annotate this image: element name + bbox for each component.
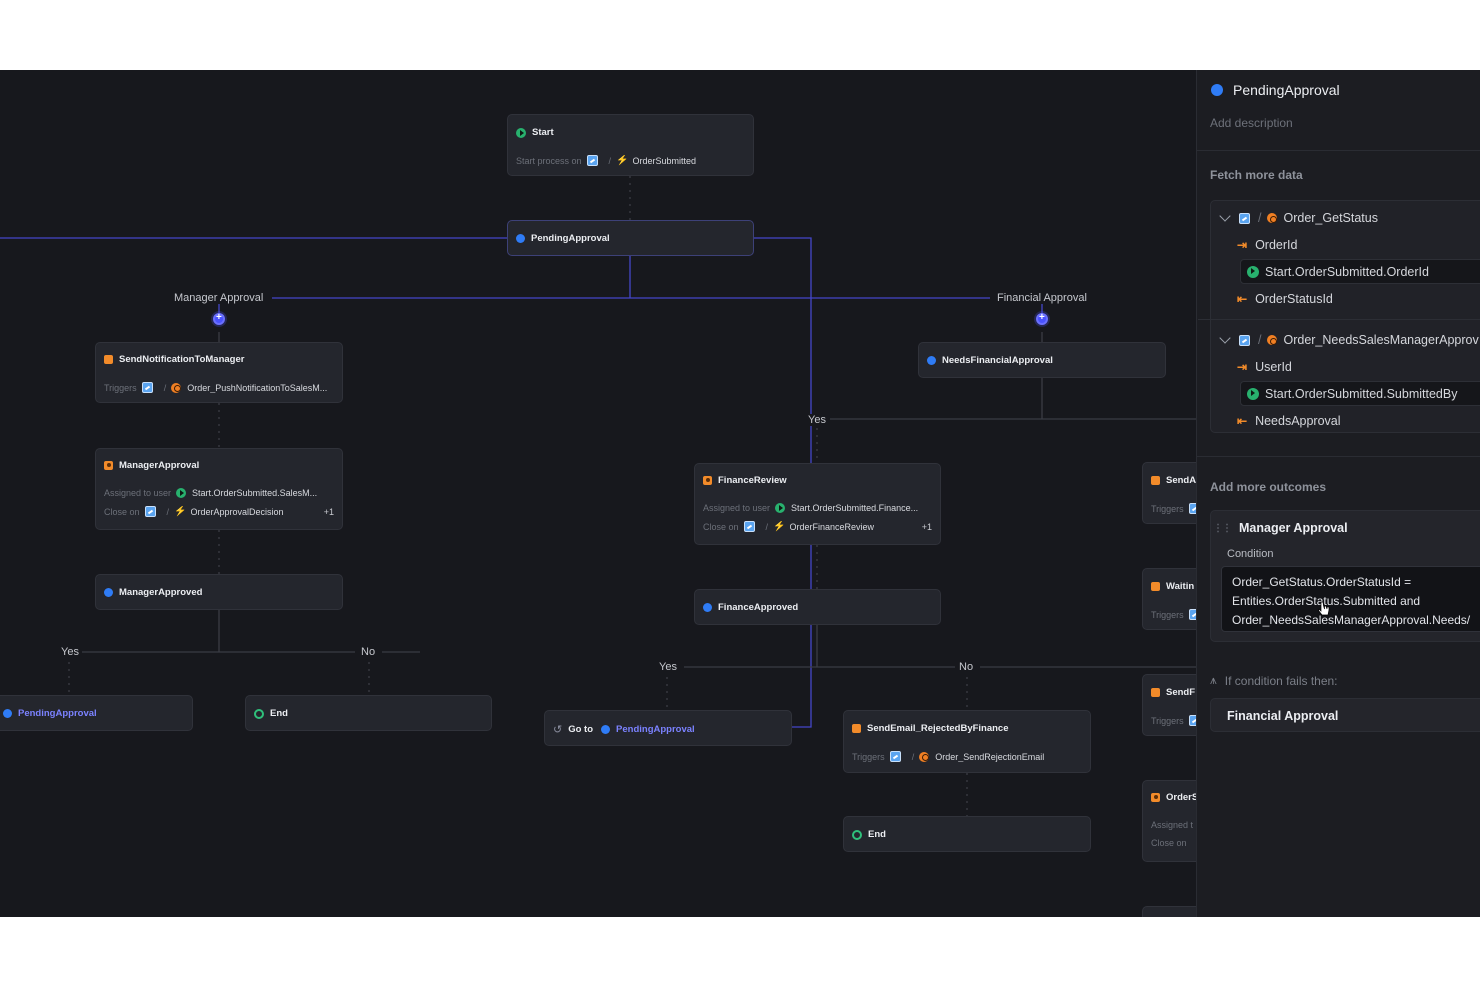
condition-editor[interactable]: Order_GetStatus.OrderStatusId = Entities… bbox=[1221, 566, 1480, 632]
dot-icon bbox=[516, 234, 525, 243]
square-icon bbox=[104, 355, 113, 364]
node-cut-send-a[interactable]: SendA Triggers bbox=[1142, 462, 1196, 524]
play-icon bbox=[1247, 388, 1259, 400]
fetch-input-row: ⇥ UserId bbox=[1237, 360, 1292, 374]
user-task-icon bbox=[104, 461, 113, 470]
bolt-icon: ⚡ bbox=[616, 155, 629, 166]
edge-label-no-left: No bbox=[358, 646, 379, 658]
square-icon bbox=[1151, 688, 1160, 697]
entity-icon bbox=[141, 382, 153, 393]
fails-label: ⩚ If condition fails then: bbox=[1210, 673, 1338, 688]
entity-icon bbox=[1188, 715, 1196, 726]
edge-label-yes-right: Yes bbox=[656, 661, 680, 673]
node-cut-order[interactable]: OrderS Assigned t Close on bbox=[1142, 780, 1196, 862]
node-cut-send-f[interactable]: SendF Triggers bbox=[1142, 674, 1196, 736]
node-goto[interactable]: ↺ Go to PendingApproval bbox=[544, 710, 792, 746]
fetch-input-row: ⇥ OrderId bbox=[1237, 238, 1298, 252]
input-icon: ⇥ bbox=[1237, 238, 1248, 252]
edge-label-no-right: No bbox=[956, 661, 977, 673]
input-icon: ⇥ bbox=[1237, 360, 1248, 374]
service-icon bbox=[171, 382, 182, 393]
fetch-card: / Order_GetStatus ⇥ OrderId Start.OrderS… bbox=[1198, 200, 1480, 433]
dot-icon bbox=[927, 356, 936, 365]
fetch-item-order-getstatus[interactable]: / Order_GetStatus bbox=[1219, 210, 1378, 225]
node-end-left[interactable]: End bbox=[245, 695, 492, 731]
user-task-icon bbox=[1151, 793, 1160, 802]
node-cut-bottom[interactable] bbox=[1142, 906, 1196, 917]
edge-label-financial-approval[interactable]: Financial Approval bbox=[994, 292, 1090, 304]
flow-canvas[interactable]: Manager Approval Financial Approval Yes … bbox=[0, 70, 1196, 917]
outcome-card[interactable]: ⋮⋮ Manager Approval Condition Order_GetS… bbox=[1210, 510, 1480, 642]
entity-icon bbox=[889, 751, 901, 762]
bolt-icon: ⚡ bbox=[773, 521, 786, 532]
entity-icon bbox=[144, 506, 156, 517]
node-pending-approval[interactable]: PendingApproval bbox=[507, 220, 754, 256]
grip-icon[interactable]: ⋮⋮ bbox=[1213, 523, 1232, 534]
entity-icon bbox=[1239, 334, 1250, 346]
entity-icon bbox=[586, 155, 598, 166]
node-send-notification[interactable]: SendNotificationToManager Triggers / Order… bbox=[95, 342, 343, 403]
entity-icon bbox=[743, 521, 755, 532]
chevron-down-icon[interactable] bbox=[1219, 332, 1231, 344]
entity-icon bbox=[1239, 212, 1250, 224]
node-start[interactable]: Start Start process on / ⚡ OrderSubmitted bbox=[507, 114, 754, 176]
service-icon bbox=[1267, 213, 1278, 223]
square-icon bbox=[852, 724, 861, 733]
play-icon bbox=[775, 503, 786, 513]
description-input[interactable]: Add description bbox=[1210, 116, 1293, 130]
edge-label-yes-center: Yes bbox=[805, 414, 829, 426]
dot-icon bbox=[104, 588, 113, 597]
fetch-output-row: ⇤ NeedsApproval bbox=[1237, 414, 1341, 428]
outcome-name[interactable]: Manager Approval bbox=[1239, 521, 1348, 535]
node-send-rejected[interactable]: SendEmail_RejectedByFinance Triggers / Ord… bbox=[843, 710, 1091, 773]
fails-outcome[interactable]: Financial Approval bbox=[1210, 698, 1480, 732]
dot-icon bbox=[601, 725, 611, 734]
play-icon bbox=[176, 488, 187, 498]
cursor-icon bbox=[1318, 601, 1330, 616]
node-manager-approved[interactable]: ManagerApproved bbox=[95, 574, 343, 610]
dot-icon bbox=[1211, 84, 1223, 96]
node-end-right[interactable]: End bbox=[843, 816, 1091, 852]
edge-label-manager-approval[interactable]: Manager Approval bbox=[171, 292, 267, 304]
goto-icon: ↺ bbox=[553, 724, 563, 736]
fetch-item-needs-approval[interactable]: / Order_NeedsSalesManagerApprov bbox=[1219, 332, 1479, 347]
play-icon bbox=[1247, 266, 1259, 278]
node-finance-approved[interactable]: FinanceApproved bbox=[694, 589, 941, 625]
output-icon: ⇤ bbox=[1237, 414, 1248, 428]
node-title: Start bbox=[532, 127, 554, 138]
square-icon bbox=[1151, 476, 1160, 485]
chevron-down-icon[interactable] bbox=[1219, 210, 1231, 222]
add-branch-handle-manager[interactable] bbox=[213, 312, 225, 325]
end-ring-icon bbox=[852, 829, 862, 840]
fetch-output-row: ⇤ OrderStatusId bbox=[1237, 292, 1333, 306]
bolt-icon: ⚡ bbox=[174, 506, 187, 517]
condition-label: Condition bbox=[1227, 548, 1274, 560]
dot-icon bbox=[703, 603, 712, 612]
edge-label-yes-left: Yes bbox=[58, 646, 82, 658]
entity-icon bbox=[1188, 503, 1196, 514]
properties-panel: PendingApproval Add description Fetch mo… bbox=[1196, 70, 1480, 917]
fetch-section-title: Fetch more data bbox=[1210, 168, 1303, 182]
service-icon bbox=[919, 751, 930, 762]
panel-title[interactable]: PendingApproval bbox=[1211, 82, 1340, 98]
end-ring-icon bbox=[254, 708, 264, 719]
app-window: Manager Approval Financial Approval Yes … bbox=[0, 70, 1480, 917]
branch-icon: ⩚ bbox=[1210, 673, 1217, 687]
node-cut-waiting[interactable]: Waitin Triggers bbox=[1142, 568, 1196, 630]
node-needs-financial-approval[interactable]: NeedsFinancialApproval bbox=[918, 342, 1166, 378]
dot-icon bbox=[3, 709, 12, 718]
entity-icon bbox=[1188, 609, 1196, 620]
node-finance-review[interactable]: FinanceReview Assigned to user Start.Orde… bbox=[694, 463, 941, 545]
add-branch-handle-financial[interactable] bbox=[1036, 312, 1048, 325]
user-task-icon bbox=[703, 476, 712, 485]
node-pending-approval-link[interactable]: PendingApproval bbox=[0, 695, 193, 731]
output-icon: ⇤ bbox=[1237, 292, 1248, 306]
node-manager-approval[interactable]: ManagerApproval Assigned to user Start.Or… bbox=[95, 448, 343, 530]
square-icon bbox=[1151, 582, 1160, 591]
outcomes-section-title: Add more outcomes bbox=[1210, 480, 1327, 494]
service-icon bbox=[1267, 335, 1278, 345]
play-icon bbox=[516, 127, 526, 138]
